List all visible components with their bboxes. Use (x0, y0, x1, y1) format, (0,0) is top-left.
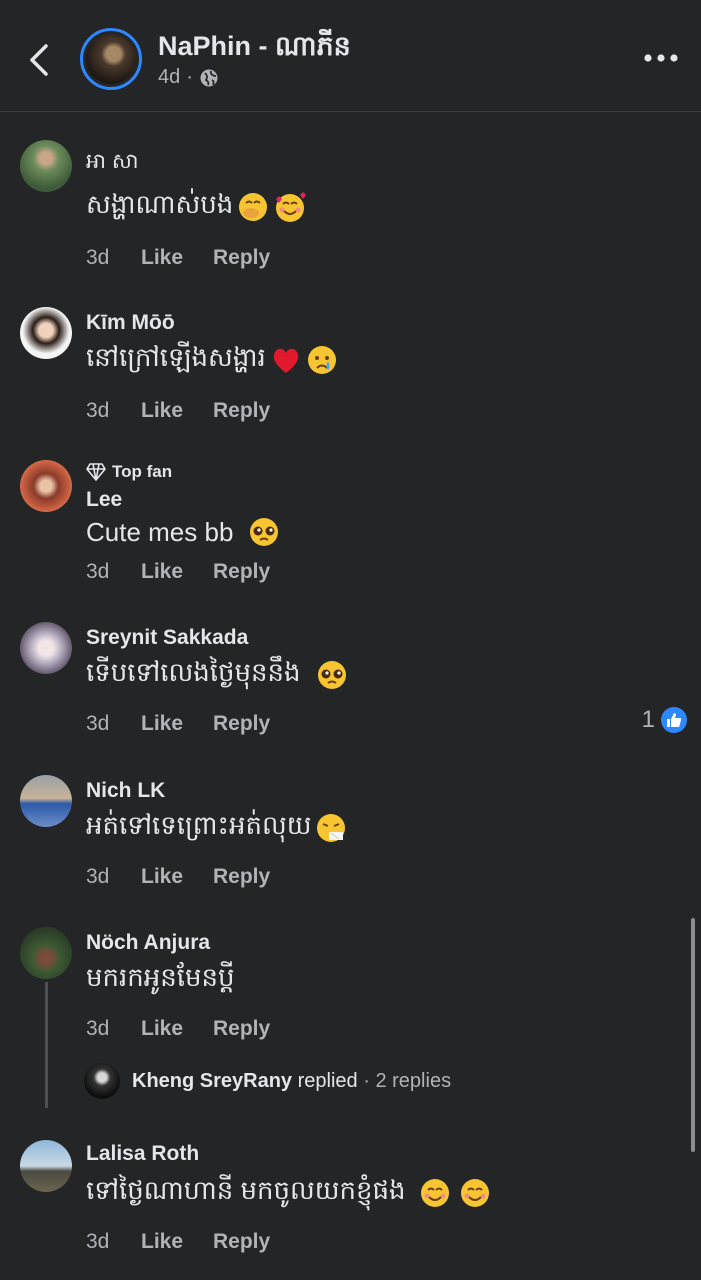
commenter-avatar[interactable] (20, 927, 72, 979)
reply-button[interactable]: Reply (213, 560, 270, 584)
like-button[interactable]: Like (141, 560, 213, 584)
comment-text-row: សង្ហាណាស់បង (86, 188, 307, 226)
like-button[interactable]: Like (141, 1017, 213, 1041)
comment-text-row: ទើបទៅលេងថ្ងៃមុននឹង (86, 656, 351, 694)
comment-time: 3d (86, 560, 110, 583)
like-button[interactable]: Like (141, 865, 213, 889)
commenter-name[interactable]: អា សា (86, 148, 139, 179)
commenter-name[interactable]: Nich LK (86, 779, 165, 803)
comment-item: Top fan Lee Cute mes bb 3d Like Reply (0, 460, 701, 590)
like-button[interactable]: Like (141, 399, 213, 423)
scrollbar[interactable] (691, 918, 695, 1152)
comment-item: Lalisa Roth ទៅថ្ងៃណាហានី មកចូលយកខ្ញុំផង … (0, 1140, 701, 1270)
like-button[interactable]: Like (141, 1230, 213, 1254)
comment-time: 3d (86, 1230, 110, 1253)
comment-item: Kīm Mōō នៅក្រៅឡើងសង្ហារ 3d Like Reply (0, 307, 701, 437)
reaction-count: 1 (641, 706, 655, 733)
comment-text: នៅក្រៅឡើងសង្ហារ (86, 342, 266, 372)
comment-time: 3d (86, 1017, 110, 1040)
reply-button[interactable]: Reply (213, 399, 270, 423)
comment-text-row: មករកអូនមែនប្តី (86, 961, 235, 999)
comment-time: 3d (86, 712, 110, 735)
diamond-icon (86, 463, 106, 481)
comment-item: Nich LK អត់ទៅទេព្រោះអត់លុយ 3d Like Reply (0, 775, 701, 905)
commenter-avatar[interactable] (20, 1140, 72, 1192)
reply-button[interactable]: Reply (213, 246, 270, 270)
reply-count: 2 replies (375, 1069, 452, 1092)
comment-actions: 3d Like Reply (86, 560, 270, 584)
red-heart-icon (273, 348, 299, 373)
comment-time: 3d (86, 865, 110, 888)
pleading-face-icon (317, 661, 346, 689)
like-button[interactable]: Like (141, 246, 213, 270)
author-name[interactable]: NaPhin - ណាភីន (158, 30, 351, 69)
commenter-name[interactable]: Lee (86, 488, 122, 512)
face-hand-over-mouth-icon (239, 193, 268, 221)
comment-item: អា សា សង្ហាណាស់បង 3d Like Reply (0, 140, 701, 280)
comment-text-row: អត់ទៅទេព្រោះអត់លុយ (86, 809, 347, 847)
comment-text-row: នៅក្រៅឡើងសង្ហារ (86, 341, 338, 379)
more-horizontal-icon[interactable] (643, 50, 679, 66)
comment-time: 3d (86, 246, 110, 269)
reply-button[interactable]: Reply (213, 712, 270, 736)
chevron-left-icon[interactable] (22, 40, 56, 80)
like-button[interactable]: Like (141, 712, 213, 736)
replier-name: Kheng SreyRany (132, 1069, 293, 1092)
commenter-avatar[interactable] (20, 622, 72, 674)
author-avatar[interactable] (80, 28, 142, 90)
comment-actions: 3d Like Reply (86, 1230, 270, 1254)
reply-summary: Kheng SreyRany replied · 2 replies (132, 1070, 451, 1093)
top-fan-label: Top fan (112, 462, 173, 481)
commenter-name[interactable]: Sreynit Sakkada (86, 626, 248, 650)
reply-separator: · (363, 1069, 370, 1092)
reply-button[interactable]: Reply (213, 1230, 270, 1254)
comment-item: Nöch Anjura មករកអូនមែនប្តី 3d Like Reply… (0, 927, 701, 1107)
comment-text: មករកអូនមែនប្តី (86, 962, 235, 992)
comment-actions: 3d Like Reply (86, 865, 270, 889)
commenter-avatar[interactable] (20, 460, 72, 512)
post-header: NaPhin - ណាភីន 4d · (0, 0, 701, 112)
comment-time: 3d (86, 399, 110, 422)
smiling-face-icon (460, 1179, 489, 1207)
commenter-name[interactable]: Nöch Anjura (86, 931, 210, 955)
comment-actions: 3d Like Reply (86, 712, 270, 736)
reply-button[interactable]: Reply (213, 1017, 270, 1041)
comment-text-row: Cute mes bb (86, 516, 283, 548)
comment-text: ទៅថ្ងៃណាហានី មកចូលយកខ្ញុំផង (86, 1175, 406, 1205)
thumbs-up-icon (661, 707, 687, 733)
comment-text: សង្ហាណាស់បង (86, 189, 234, 219)
commenter-avatar[interactable] (20, 775, 72, 827)
crying-face-icon (307, 346, 336, 374)
pleading-face-icon (250, 518, 279, 546)
replied-label: replied (297, 1069, 358, 1092)
comment-actions: 3d Like Reply (86, 399, 270, 423)
comment-item: Sreynit Sakkada ទើបទៅលេងថ្ងៃមុននឹង 3d Li… (0, 622, 701, 752)
commenter-name[interactable]: Kīm Mōō (86, 311, 175, 335)
comment-text: ទើបទៅលេងថ្ងៃមុននឹង (86, 657, 301, 687)
meta-separator: · (186, 66, 193, 88)
view-replies-link[interactable]: Kheng SreyRany replied · 2 replies (84, 1063, 451, 1099)
globe-icon (200, 69, 218, 86)
post-meta: 4d · (158, 66, 219, 89)
comment-actions: 3d Like Reply (86, 1017, 270, 1041)
replier-avatar (84, 1063, 120, 1099)
smiling-face-with-hearts-icon (276, 192, 307, 222)
reaction-summary[interactable]: 1 (642, 706, 687, 734)
commenter-avatar[interactable] (20, 307, 72, 359)
post-age: 4d (158, 66, 181, 88)
comment-actions: 3d Like Reply (86, 246, 270, 270)
reply-button[interactable]: Reply (213, 865, 270, 889)
commenter-name[interactable]: Lalisa Roth (86, 1142, 199, 1166)
smiling-face-icon (420, 1179, 449, 1207)
comment-text: Cute mes bb (86, 516, 234, 547)
top-fan-badge: Top fan (86, 462, 172, 482)
sneezing-face-icon (317, 814, 346, 842)
comment-text-row: ទៅថ្ងៃណាហានី មកចូលយកខ្ញុំផង (86, 1174, 492, 1212)
comment-text: អត់ទៅទេព្រោះអត់លុយ (86, 810, 312, 840)
commenter-avatar[interactable] (20, 140, 72, 192)
